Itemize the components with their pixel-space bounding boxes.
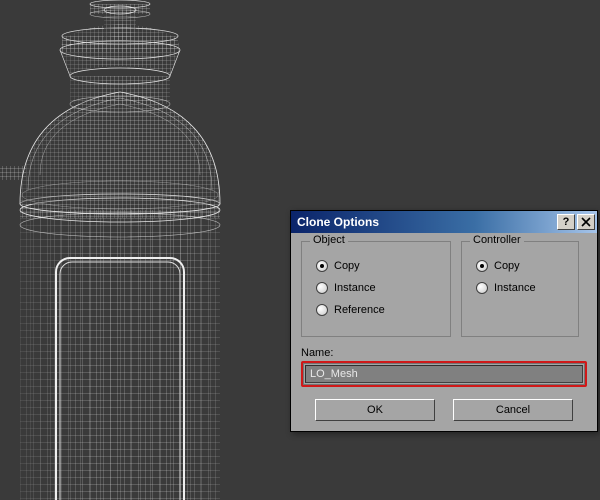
dialog-title: Clone Options (297, 215, 555, 229)
name-label: Name: (301, 347, 587, 359)
clone-options-dialog: Clone Options ? Object Copy Instance (290, 210, 598, 432)
wireframe-mesh (0, 0, 270, 500)
object-reference-radio[interactable]: Reference (316, 304, 440, 316)
radio-label: Instance (334, 282, 376, 294)
radio-label: Reference (334, 304, 385, 316)
name-input-value: LO_Mesh (310, 368, 358, 380)
dialog-titlebar[interactable]: Clone Options ? (291, 211, 597, 233)
controller-instance-radio[interactable]: Instance (476, 282, 568, 294)
close-icon (581, 217, 591, 227)
radio-label: Copy (494, 260, 520, 272)
controller-groupbox: Controller Copy Instance (461, 241, 579, 337)
ok-button-label: OK (367, 404, 383, 416)
object-legend: Object (310, 234, 348, 246)
radio-icon (316, 282, 328, 294)
object-instance-radio[interactable]: Instance (316, 282, 440, 294)
radio-icon (316, 260, 328, 272)
object-copy-radio[interactable]: Copy (316, 260, 440, 272)
name-input[interactable]: LO_Mesh (305, 365, 583, 383)
radio-label: Instance (494, 282, 536, 294)
cancel-button-label: Cancel (496, 404, 530, 416)
controller-copy-radio[interactable]: Copy (476, 260, 568, 272)
ok-button[interactable]: OK (315, 399, 435, 421)
radio-label: Copy (334, 260, 360, 272)
radio-icon (316, 304, 328, 316)
radio-icon (476, 260, 488, 272)
close-button[interactable] (577, 214, 595, 230)
help-button[interactable]: ? (557, 214, 575, 230)
name-field-highlight: LO_Mesh (301, 361, 587, 387)
controller-legend: Controller (470, 234, 524, 246)
dialog-body: Object Copy Instance Reference Controlle… (291, 233, 597, 431)
cancel-button[interactable]: Cancel (453, 399, 573, 421)
object-groupbox: Object Copy Instance Reference (301, 241, 451, 337)
radio-icon (476, 282, 488, 294)
